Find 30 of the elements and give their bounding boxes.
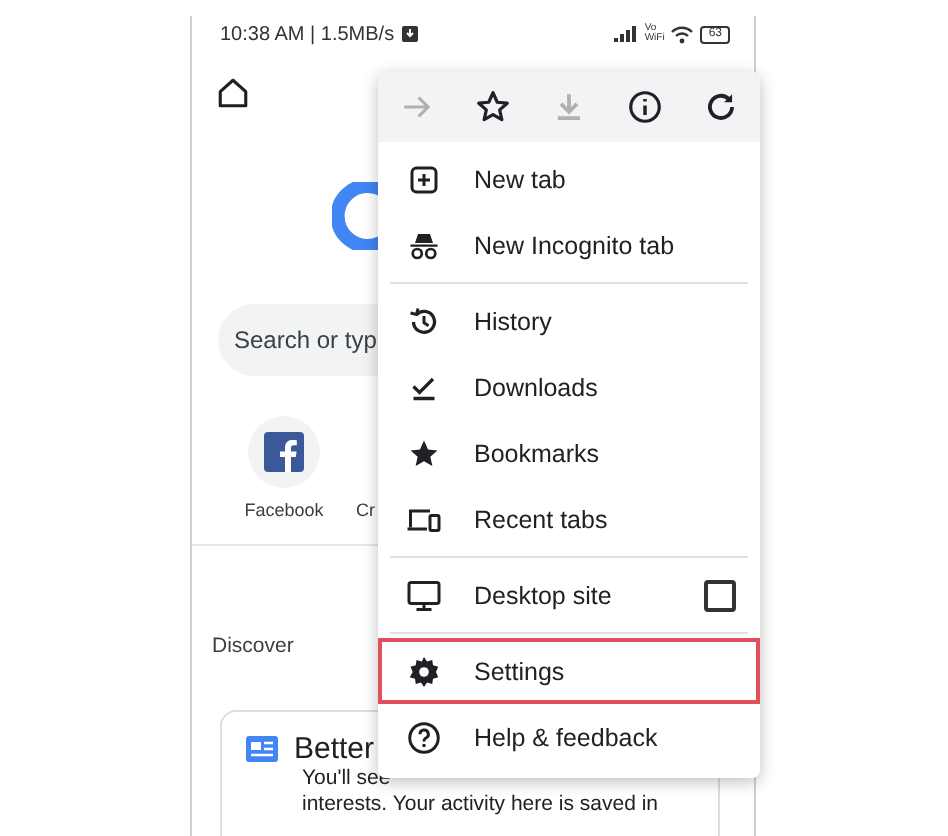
monitor-icon (406, 577, 442, 613)
discover-heading: Discover (212, 634, 294, 658)
settings-icon (406, 653, 442, 689)
wifi-icon (670, 25, 695, 43)
menu-item[interactable]: Desktop site (378, 562, 760, 628)
notification-icon (402, 26, 419, 42)
menu-item[interactable]: New Incognito tab (378, 212, 760, 278)
news-icon (246, 736, 278, 762)
info-icon[interactable] (626, 88, 665, 126)
menu-item[interactable]: Bookmarks (378, 420, 760, 486)
history-icon (406, 303, 442, 339)
help-icon (406, 719, 442, 755)
menu-item[interactable]: Help & feedback (378, 704, 760, 770)
checkbox[interactable] (704, 579, 736, 611)
shortcut-label[interactable]: Facebook (244, 500, 324, 520)
status-time: 10:38 AM | 1.5MB/s (220, 23, 395, 45)
shortcut-tile[interactable] (248, 416, 320, 488)
menu-item[interactable]: History (378, 288, 760, 354)
shortcut-label[interactable]: Cr (356, 500, 375, 520)
card-text: interests. Your activity here is saved in (302, 792, 661, 818)
menu-item[interactable]: Downloads (378, 354, 760, 420)
signal-icon (614, 26, 639, 42)
home-icon[interactable] (216, 76, 250, 110)
menu-item[interactable]: New tab (378, 146, 760, 212)
facebook-icon (264, 432, 304, 472)
card-title: Better (294, 732, 375, 766)
star-icon[interactable] (473, 88, 512, 126)
plus-icon (406, 161, 442, 197)
menu-item[interactable]: Recent tabs (378, 486, 760, 552)
menu-item[interactable]: Settings (378, 638, 760, 704)
